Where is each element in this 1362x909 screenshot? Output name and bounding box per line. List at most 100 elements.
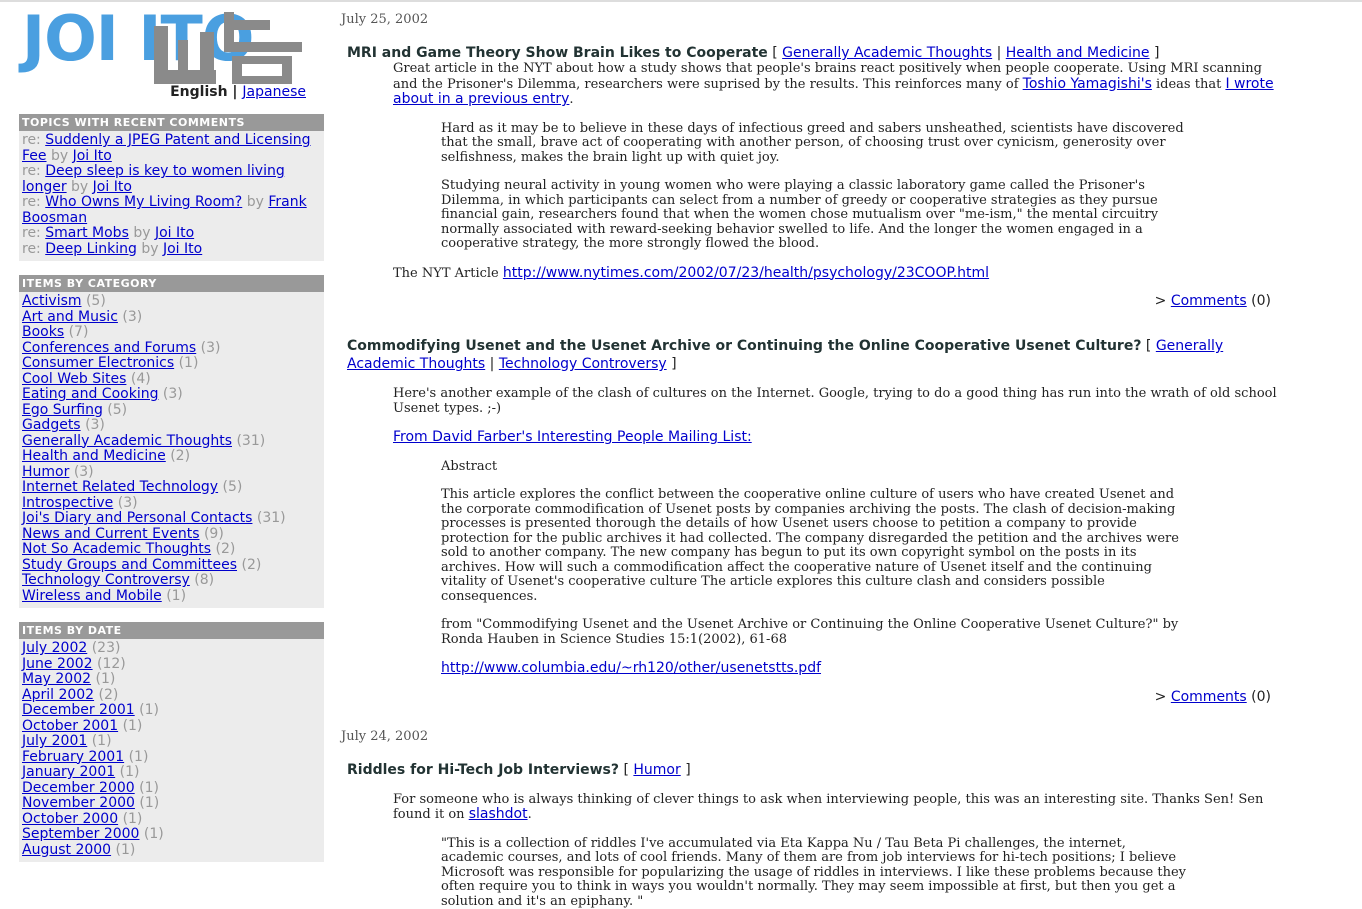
by-label: by: [247, 194, 264, 210]
date-list: July 2002 (23)June 2002 (12)May 2002 (1)…: [19, 639, 324, 862]
category-item: Internet Related Technology (5): [22, 480, 321, 496]
site-logo[interactable]: JOI ITO: [19, 8, 324, 88]
category-link[interactable]: Internet Related Technology: [22, 479, 218, 495]
sidebar: JOI ITO English | Japanese TOPICS WITH R…: [19, 8, 324, 862]
category-count: (7): [69, 324, 89, 340]
category-list: Activism (5)Art and Music (3)Books (7)Co…: [19, 292, 324, 608]
recent-comment-author-link[interactable]: Joi Ito: [155, 225, 194, 241]
comments-link[interactable]: Comments: [1171, 689, 1247, 705]
date-archive-count: (1): [129, 749, 149, 765]
inline-link[interactable]: slashdot: [469, 806, 528, 822]
post-entry: Riddles for Hi-Tech Job Interviews? [ Hu…: [341, 761, 1281, 909]
category-link[interactable]: Joi's Diary and Personal Contacts: [22, 510, 252, 526]
date-archive-item: April 2002 (2): [22, 688, 321, 704]
category-link[interactable]: Generally Academic Thoughts: [22, 433, 232, 449]
date-archive-count: (12): [97, 656, 126, 672]
category-link[interactable]: Consumer Electronics: [22, 355, 174, 371]
recent-comment-author-link[interactable]: Joi Ito: [73, 148, 112, 164]
post-entry: MRI and Game Theory Show Brain Likes to …: [341, 44, 1281, 309]
category-link[interactable]: Eating and Cooking: [22, 386, 158, 402]
category-link[interactable]: Technology Controversy: [22, 572, 190, 588]
comments-line: > Comments (0): [341, 689, 1271, 705]
pdf-url-link[interactable]: http://www.columbia.edu/~rh120/other/use…: [441, 660, 821, 676]
date-archive-item: November 2000 (1): [22, 796, 321, 812]
source-url-link[interactable]: http://www.nytimes.com/2002/07/23/health…: [503, 265, 989, 281]
category-link[interactable]: Art and Music: [22, 309, 118, 325]
date-archive-link[interactable]: November 2000: [22, 795, 135, 811]
post-category-link[interactable]: Health and Medicine: [1006, 45, 1150, 61]
mailing-list-link[interactable]: From David Farber's Interesting People M…: [393, 429, 752, 445]
date-archive-link[interactable]: July 2002: [22, 640, 87, 656]
re-prefix: re:: [22, 132, 41, 148]
recent-comment-item: re: Deep Linking by Joi Ito: [22, 242, 321, 258]
date-archive-link[interactable]: June 2002: [22, 656, 93, 672]
date-archive-link[interactable]: August 2000: [22, 842, 111, 858]
category-item: Study Groups and Committees (2): [22, 558, 321, 574]
category-count: (2): [170, 448, 190, 464]
category-link[interactable]: Introspective: [22, 495, 113, 511]
date-archive-link[interactable]: February 2001: [22, 749, 124, 765]
category-count: (5): [107, 402, 127, 418]
post-category-link[interactable]: Humor: [633, 762, 680, 778]
date-archive-count: (1): [123, 811, 143, 827]
by-label: by: [141, 241, 158, 257]
date-archive-link[interactable]: October 2001: [22, 718, 118, 734]
post-category-link[interactable]: Generally Academic Thoughts: [782, 45, 992, 61]
date-archive-link[interactable]: October 2000: [22, 811, 118, 827]
by-label: by: [51, 148, 68, 164]
date-archive-link[interactable]: July 2001: [22, 733, 87, 749]
category-link[interactable]: Wireless and Mobile: [22, 588, 162, 604]
category-link[interactable]: Ego Surfing: [22, 402, 103, 418]
recent-comment-topic-link[interactable]: Deep Linking: [45, 241, 137, 257]
inline-link[interactable]: Toshio Yamagishi's: [1023, 76, 1152, 92]
category-item: Ego Surfing (5): [22, 403, 321, 419]
recent-comment-topic-link[interactable]: Smart Mobs: [45, 225, 129, 241]
post-text: ideas that: [1152, 77, 1226, 92]
category-item: Not So Academic Thoughts (2): [22, 542, 321, 558]
date-archive-link[interactable]: April 2002: [22, 687, 94, 703]
date-header: July 24, 2002: [341, 729, 1281, 744]
category-item: Cool Web Sites (4): [22, 372, 321, 388]
recent-comment-topic-link[interactable]: Deep sleep is key to women living longer: [22, 163, 285, 195]
date-archive-item: October 2001 (1): [22, 719, 321, 735]
category-link[interactable]: Humor: [22, 464, 69, 480]
category-link[interactable]: Conferences and Forums: [22, 340, 196, 356]
date-archive-item: October 2000 (1): [22, 812, 321, 828]
comments-prefix: >: [1155, 689, 1171, 705]
date-archive-link[interactable]: September 2000: [22, 826, 139, 842]
category-link[interactable]: Cool Web Sites: [22, 371, 126, 387]
comments-line: > Comments (0): [341, 293, 1271, 309]
post-category-link[interactable]: Technology Controversy: [499, 356, 667, 372]
category-count: (3): [118, 495, 138, 511]
source-line: The NYT Article http://www.nytimes.com/2…: [393, 266, 1281, 282]
date-archive-link[interactable]: December 2001: [22, 702, 135, 718]
category-item: Art and Music (3): [22, 310, 321, 326]
recent-comment-item: re: Who Owns My Living Room? by Frank Bo…: [22, 195, 321, 226]
category-link[interactable]: Not So Academic Thoughts: [22, 541, 211, 557]
post-entry: Commodifying Usenet and the Usenet Archi…: [341, 337, 1281, 705]
category-link[interactable]: Gadgets: [22, 417, 81, 433]
blockquote-paragraph: Hard as it may be to believe in these da…: [441, 122, 1186, 166]
category-link[interactable]: Books: [22, 324, 64, 340]
category-count: (9): [204, 526, 224, 542]
recent-comment-author-link[interactable]: Joi Ito: [93, 179, 132, 195]
category-link[interactable]: News and Current Events: [22, 526, 200, 542]
recent-comment-topic-link[interactable]: Who Owns My Living Room?: [45, 194, 242, 210]
date-archive-item: May 2002 (1): [22, 672, 321, 688]
recent-comments-box: TOPICS WITH RECENT COMMENTS re: Suddenly…: [19, 114, 324, 261]
category-item: Conferences and Forums (3): [22, 341, 321, 357]
post-title-line: Commodifying Usenet and the Usenet Archi…: [347, 337, 1281, 373]
recent-comment-item: re: Deep sleep is key to women living lo…: [22, 164, 321, 195]
date-archive-link[interactable]: May 2002: [22, 671, 91, 687]
date-archive-count: (1): [139, 795, 159, 811]
category-link[interactable]: Health and Medicine: [22, 448, 166, 464]
category-link[interactable]: Study Groups and Committees: [22, 557, 237, 573]
date-archive-count: (23): [92, 640, 121, 656]
post-text: .: [569, 92, 573, 107]
date-archive-link[interactable]: January 2001: [22, 764, 115, 780]
date-archive-link[interactable]: December 2000: [22, 780, 135, 796]
recent-comment-author-link[interactable]: Joi Ito: [163, 241, 202, 257]
comments-link[interactable]: Comments: [1171, 293, 1247, 309]
category-link[interactable]: Activism: [22, 293, 82, 309]
citation-text: from "Commodifying Usenet and the Usenet…: [441, 618, 1186, 647]
